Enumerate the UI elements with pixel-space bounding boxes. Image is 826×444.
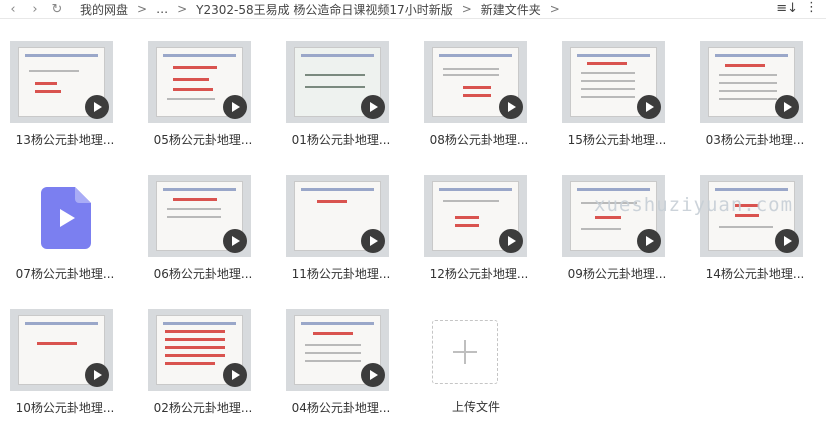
video-file-tile[interactable]: 12杨公元卦地理...: [414, 175, 552, 299]
toolbar: ‹ › ↻ 我的网盘 > … > Y2302-58王易成 杨公造命日课视频17小…: [0, 0, 826, 18]
file-name: 10杨公元卦地理...: [15, 401, 115, 415]
video-file-tile[interactable]: 04杨公元卦地理...: [276, 309, 414, 433]
video-file-tile[interactable]: 07杨公元卦地理...: [0, 175, 138, 299]
video-thumbnail: [148, 175, 251, 257]
file-name: 08杨公元卦地理...: [429, 133, 529, 147]
file-name: 05杨公元卦地理...: [153, 133, 253, 147]
breadcrumb-current[interactable]: 新建文件夹: [481, 1, 541, 18]
video-thumbnail: [286, 175, 389, 257]
video-thumbnail: [424, 175, 527, 257]
file-name: 03杨公元卦地理...: [705, 133, 805, 147]
file-name: 09杨公元卦地理...: [567, 267, 667, 281]
upload-tile[interactable]: 上传文件: [414, 320, 552, 444]
play-icon[interactable]: [85, 363, 109, 387]
play-icon[interactable]: [85, 95, 109, 119]
play-icon[interactable]: [775, 95, 799, 119]
upload-label: 上传文件: [451, 400, 500, 414]
play-icon[interactable]: [361, 363, 385, 387]
breadcrumb-ellipsis[interactable]: …: [156, 2, 168, 16]
video-thumbnail: [148, 309, 251, 391]
video-thumbnail: [424, 41, 527, 123]
toolbar-divider: [0, 18, 826, 19]
video-thumbnail: [562, 175, 665, 257]
play-icon[interactable]: [775, 229, 799, 253]
more-icon[interactable]: ⋮: [805, 0, 818, 15]
video-thumbnail: [10, 41, 113, 123]
sort-icon[interactable]: ≡↓: [776, 1, 798, 16]
video-thumbnail: [148, 41, 251, 123]
video-file-tile[interactable]: 01杨公元卦地理...: [276, 41, 414, 165]
chevron-right-icon: >: [177, 2, 188, 16]
video-thumbnail: [700, 175, 803, 257]
play-icon[interactable]: [223, 95, 247, 119]
file-name: 15杨公元卦地理...: [567, 133, 667, 147]
play-icon[interactable]: [637, 229, 661, 253]
play-icon[interactable]: [223, 229, 247, 253]
file-name: 12杨公元卦地理...: [429, 267, 529, 281]
chevron-right-icon: >: [461, 2, 472, 16]
video-file-tile[interactable]: 02杨公元卦地理...: [138, 309, 276, 433]
video-file-tile[interactable]: 15杨公元卦地理...: [552, 41, 690, 165]
video-file-tile[interactable]: 05杨公元卦地理...: [138, 41, 276, 165]
play-icon[interactable]: [223, 363, 247, 387]
file-name: 07杨公元卦地理...: [15, 267, 115, 281]
chevron-right-icon: >: [549, 2, 560, 16]
file-name: 04杨公元卦地理...: [291, 401, 391, 415]
video-file-tile[interactable]: 10杨公元卦地理...: [0, 309, 138, 433]
file-name: 06杨公元卦地理...: [153, 267, 253, 281]
refresh-button[interactable]: ↻: [46, 2, 68, 17]
video-thumbnail: [562, 41, 665, 123]
video-file-tile[interactable]: 08杨公元卦地理...: [414, 41, 552, 165]
video-thumbnail: [700, 41, 803, 123]
play-icon[interactable]: [637, 95, 661, 119]
video-file-tile[interactable]: 03杨公元卦地理...: [690, 41, 826, 165]
file-name: 11杨公元卦地理...: [291, 267, 391, 281]
video-thumbnail: [286, 309, 389, 391]
play-icon[interactable]: [499, 229, 523, 253]
video-file-tile[interactable]: 11杨公元卦地理...: [276, 175, 414, 299]
chevron-right-icon: >: [137, 2, 148, 16]
play-icon[interactable]: [361, 229, 385, 253]
breadcrumb-root[interactable]: 我的网盘: [80, 1, 128, 18]
forward-button[interactable]: ›: [24, 2, 46, 17]
file-name: 13杨公元卦地理...: [15, 133, 115, 147]
breadcrumb: 我的网盘 > … > Y2302-58王易成 杨公造命日课视频17小时新版 > …: [80, 1, 569, 18]
file-name: 01杨公元卦地理...: [291, 133, 391, 147]
file-name: 14杨公元卦地理...: [705, 267, 805, 281]
video-thumbnail: [286, 41, 389, 123]
upload-button[interactable]: [432, 320, 498, 384]
video-file-tile[interactable]: 06杨公元卦地理...: [138, 175, 276, 299]
plus-icon: [453, 340, 477, 364]
video-file-tile[interactable]: 13杨公元卦地理...: [0, 41, 138, 165]
watermark: xueshuziyuan.com: [594, 194, 794, 216]
video-file-icon: [41, 187, 91, 249]
back-button[interactable]: ‹: [2, 2, 24, 17]
play-icon[interactable]: [499, 95, 523, 119]
video-thumbnail: [10, 309, 113, 391]
file-name: 02杨公元卦地理...: [153, 401, 253, 415]
play-icon[interactable]: [361, 95, 385, 119]
breadcrumb-folder[interactable]: Y2302-58王易成 杨公造命日课视频17小时新版: [196, 1, 453, 18]
